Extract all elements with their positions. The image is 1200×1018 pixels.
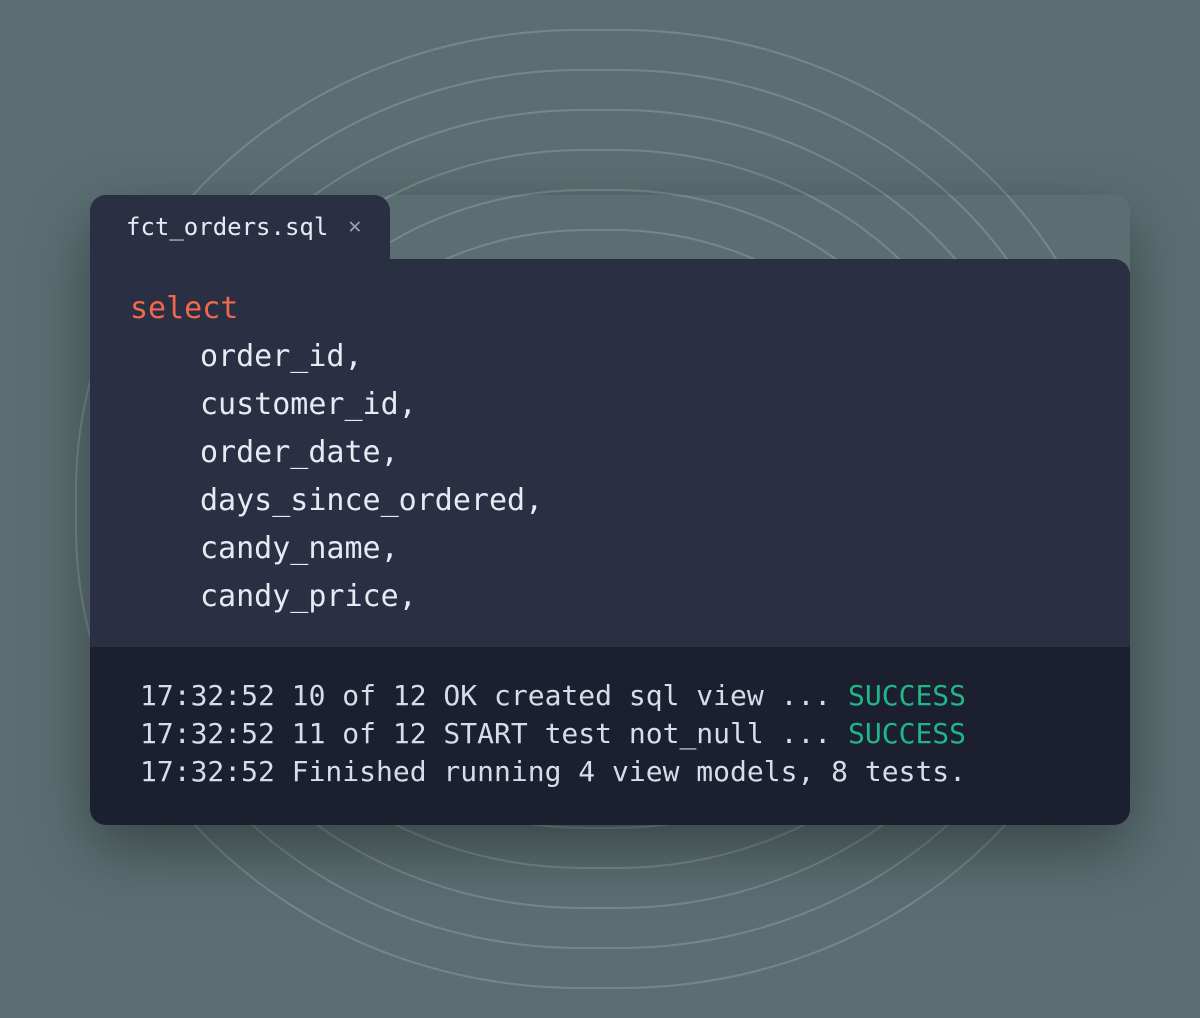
close-icon[interactable]: ✕ <box>348 216 361 238</box>
code-column: order_date, <box>200 435 399 470</box>
sql-keyword: select <box>130 291 238 326</box>
status-success: SUCCESS <box>848 717 966 750</box>
code-editor[interactable]: select order_id, customer_id, order_date… <box>90 259 1130 647</box>
code-column: order_id, <box>200 339 363 374</box>
terminal-line: 17:32:52 Finished running 4 view models,… <box>140 753 1080 791</box>
code-column: candy_name, <box>200 531 399 566</box>
editor-window: fct_orders.sql ✕ select order_id, custom… <box>90 195 1130 825</box>
terminal-output: 17:32:52 10 of 12 OK created sql view ..… <box>90 647 1130 825</box>
tab-bar: fct_orders.sql ✕ <box>90 195 1130 259</box>
code-column: candy_price, <box>200 579 417 614</box>
terminal-line: 17:32:52 10 of 12 OK created sql view ..… <box>140 677 1080 715</box>
code-column: customer_id, <box>200 387 417 422</box>
status-success: SUCCESS <box>848 679 966 712</box>
tab-filename: fct_orders.sql <box>126 213 328 241</box>
file-tab[interactable]: fct_orders.sql ✕ <box>90 195 390 259</box>
code-column: days_since_ordered, <box>200 483 543 518</box>
terminal-line: 17:32:52 11 of 12 START test not_null ..… <box>140 715 1080 753</box>
